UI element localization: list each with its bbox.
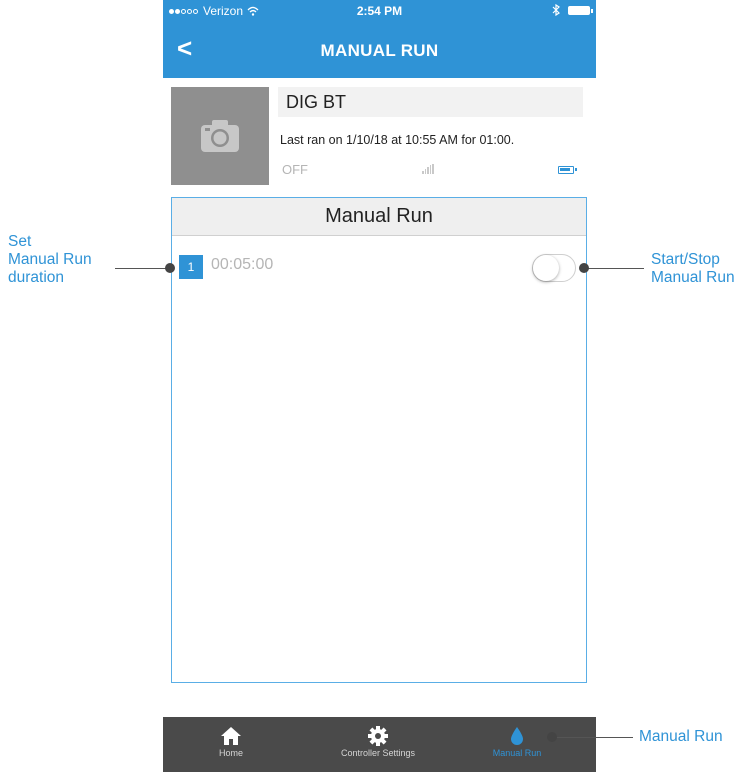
start-stop-toggle[interactable] xyxy=(532,254,576,282)
tab-controller-settings-label: Controller Settings xyxy=(340,748,416,758)
battery-icon xyxy=(568,5,593,15)
status-right xyxy=(552,4,593,16)
annotation-bottom-line xyxy=(553,737,633,738)
annotation-right-dot xyxy=(579,263,589,273)
phone-screen: Verizon 2:54 PM < MANUAL RUN DIG BT Last… xyxy=(163,0,596,772)
tab-home[interactable]: Home xyxy=(201,717,261,772)
annotation-left-dot xyxy=(165,263,175,273)
tab-manual-run-label: Manual Run xyxy=(492,748,542,758)
annotation-left-line2: Manual Run xyxy=(8,251,92,268)
last-ran-text: Last ran on 1/10/18 at 10:55 AM for 01:0… xyxy=(280,133,515,147)
home-icon xyxy=(221,727,241,745)
zone-number-badge: 1 xyxy=(179,255,203,279)
bluetooth-icon xyxy=(552,4,560,16)
manual-run-header: Manual Run xyxy=(172,198,586,236)
zone-row: 1 00:05:00 xyxy=(172,242,586,292)
annotation-bottom-dot xyxy=(547,732,557,742)
zone-duration[interactable]: 00:05:00 xyxy=(211,256,273,274)
annotation-left-line3: duration xyxy=(8,269,65,286)
manual-run-panel: Manual Run 1 00:05:00 xyxy=(171,197,587,683)
status-bar: Verizon 2:54 PM xyxy=(163,0,596,22)
nav-bar: < MANUAL RUN xyxy=(163,22,596,78)
signal-strength-icon xyxy=(422,164,434,174)
water-drop-icon xyxy=(511,727,523,745)
tab-manual-run[interactable]: Manual Run xyxy=(487,717,547,772)
tab-bar: Home Controller Settings Manual Run xyxy=(163,717,596,772)
gear-icon xyxy=(368,726,388,746)
annotation-right-line1: Start/Stop xyxy=(651,251,720,268)
annotation-left-line xyxy=(115,268,170,269)
controller-card: DIG BT Last ran on 1/10/18 at 10:55 AM f… xyxy=(163,78,596,190)
annotation-manual-run-tab: Manual Run xyxy=(639,728,723,745)
annotation-start-stop: Start/Stop Manual Run xyxy=(651,251,735,287)
toggle-knob xyxy=(533,255,559,281)
status-time: 2:54 PM xyxy=(356,4,403,18)
controller-name[interactable]: DIG BT xyxy=(278,87,583,117)
camera-icon xyxy=(201,120,239,152)
annotation-left-line1: Set xyxy=(8,233,32,250)
tab-controller-settings[interactable]: Controller Settings xyxy=(318,717,438,772)
page-title: MANUAL RUN xyxy=(320,41,439,60)
controller-state: OFF xyxy=(282,162,308,177)
tab-home-label: Home xyxy=(218,748,243,758)
controller-photo[interactable] xyxy=(171,87,269,185)
annotation-right-line2: Manual Run xyxy=(651,269,735,286)
annotation-right-line xyxy=(584,268,644,269)
battery-level-icon xyxy=(558,166,577,174)
annotation-set-duration: Set Manual Run duration xyxy=(8,233,92,287)
